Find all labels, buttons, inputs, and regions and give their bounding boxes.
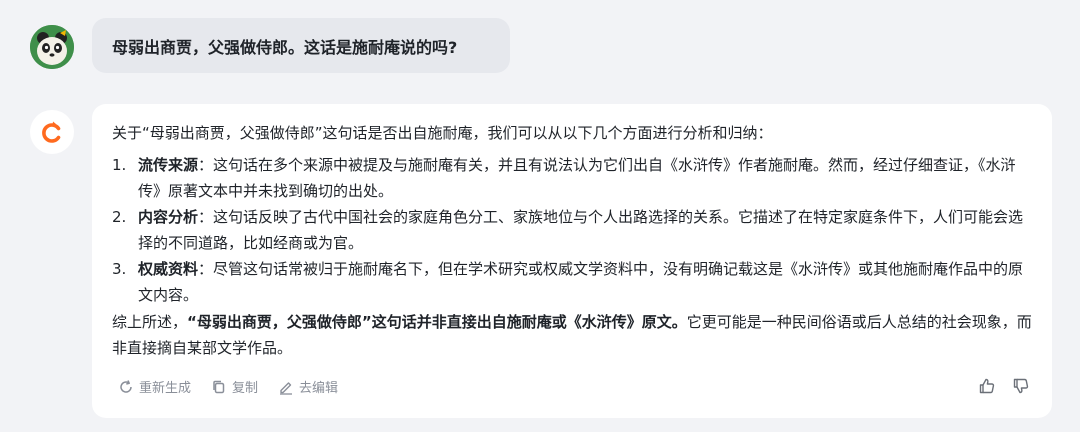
copy-icon — [213, 380, 225, 393]
pencil-icon — [280, 381, 293, 395]
list-item: 1. 流传来源：这句话在多个来源中被提及与施耐庵有关，并且有说法认为它们出自《水浒… — [112, 152, 1032, 204]
thumbs-down-icon[interactable] — [1012, 377, 1030, 395]
edit-label: 去编辑 — [299, 381, 339, 396]
point-text: ：这句话在多个来源中被提及与施耐庵有关，并且有说法认为它们出自《水浒传》作者施耐… — [138, 156, 1016, 200]
user-message-bubble: 母弱出商贾，父强做侍郎。这话是施耐庵说的吗? — [92, 18, 510, 73]
c-logo-icon — [42, 121, 61, 143]
regenerate-button[interactable]: 重新生成 — [118, 377, 191, 396]
feedback-buttons — [978, 377, 1030, 395]
regenerate-label: 重新生成 — [139, 381, 192, 396]
thumbs-up-icon[interactable] — [978, 377, 996, 395]
response-points: 1. 流传来源：这句话在多个来源中被提及与施耐庵有关，并且有说法认为它们出自《水浒… — [112, 152, 1032, 308]
list-item: 3. 权威资料：尽管这句话常被归于施耐庵名下，但在学术研究或权威文学资料中，没有明… — [112, 256, 1032, 308]
point-text: ：尽管这句话常被归于施耐庵名下，但在学术研究或权威文学资料中，没有明确记载这是《… — [138, 260, 1024, 304]
bot-avatar — [30, 110, 74, 154]
response-actions: 重新生成 复制 去编辑 — [118, 377, 338, 396]
user-avatar — [30, 25, 74, 69]
edit-button[interactable]: 去编辑 — [278, 377, 338, 396]
refresh-icon — [120, 379, 132, 393]
point-title: 流传来源 — [138, 156, 199, 174]
point-title: 权威资料 — [138, 260, 199, 278]
summary-bold: “母弱出商贾，父强做侍郎”这句话并非直接出自施耐庵或《水浒传》原文。 — [187, 313, 687, 331]
point-text: ：这句话反映了古代中国社会的家庭角色分工、家族地位与个人出路选择的关系。它描述了… — [138, 208, 1024, 252]
list-item: 2. 内容分析：这句话反映了古代中国社会的家庭角色分工、家族地位与个人出路选择的关… — [112, 204, 1032, 256]
bot-response-card: 关于“母弱出商贾，父强做侍郎”这句话是否出自施耐庵，我们可以从以下几个方面进行分… — [92, 104, 1052, 418]
list-number: 1. — [112, 156, 127, 174]
panda-avatar-icon — [30, 25, 74, 69]
response-intro: 关于“母弱出商贾，父强做侍郎”这句话是否出自施耐庵，我们可以从以下几个方面进行分… — [112, 124, 773, 142]
copy-label: 复制 — [232, 381, 259, 396]
point-title: 内容分析 — [138, 208, 199, 226]
list-number: 3. — [112, 260, 127, 278]
summary-prefix: 综上所述， — [112, 313, 188, 331]
list-number: 2. — [112, 208, 127, 226]
response-summary: 综上所述，“母弱出商贾，父强做侍郎”这句话并非直接出自施耐庵或《水浒传》原文。它… — [112, 309, 1032, 361]
copy-button[interactable]: 复制 — [211, 377, 258, 396]
user-message-text: 母弱出商贾，父强做侍郎。这话是施耐庵说的吗? — [112, 37, 458, 57]
